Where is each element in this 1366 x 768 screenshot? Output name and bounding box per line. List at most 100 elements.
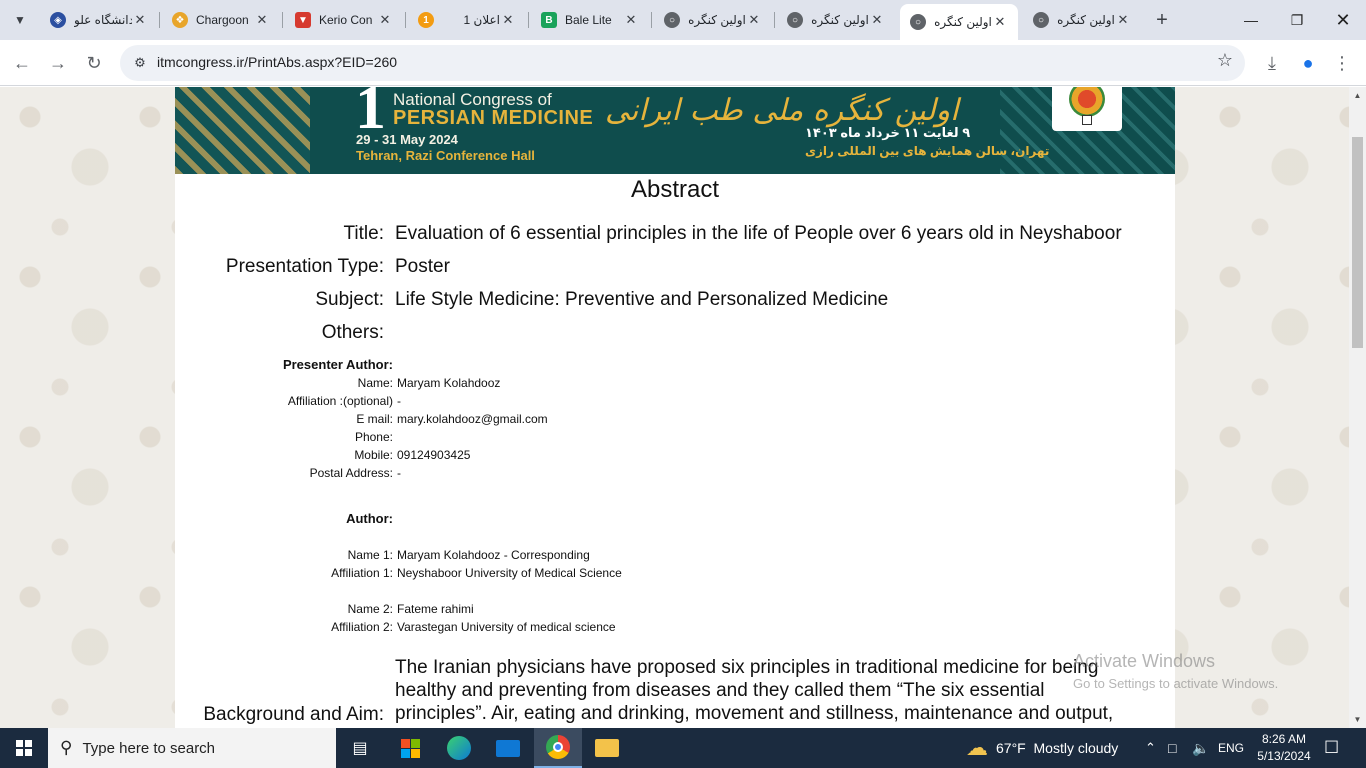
- tab-separator: [159, 12, 160, 28]
- start-button[interactable]: [0, 728, 48, 768]
- speaker-icon: 🔈: [1192, 739, 1210, 756]
- profile-button[interactable]: ●: [1294, 49, 1322, 77]
- tab-label: اولین کنگره: [934, 15, 992, 29]
- folder-icon: [595, 739, 619, 757]
- background-label: Background and Aim:: [203, 704, 384, 725]
- presenter-affiliation-value: -: [397, 394, 401, 408]
- tab-6[interactable]: ○ اولین کنگره ✕: [654, 6, 772, 34]
- title-label: Title:: [343, 223, 384, 244]
- close-tab-icon[interactable]: ✕: [992, 14, 1008, 30]
- globe-icon: ○: [787, 12, 803, 28]
- address-bar[interactable]: ⚙ itmcongress.ir/PrintAbs.aspx?EID=260 ☆: [120, 45, 1245, 81]
- tab-label: اولین کنگره: [1057, 13, 1115, 27]
- close-tab-icon[interactable]: ✕: [869, 12, 885, 28]
- notification-icon: ☐: [1324, 738, 1340, 757]
- task-view-button[interactable]: ▤: [336, 728, 384, 768]
- tab-5[interactable]: B Bale Lite ✕: [531, 6, 649, 34]
- close-tab-icon[interactable]: ✕: [377, 12, 393, 28]
- microsoft-store-button[interactable]: [386, 728, 434, 768]
- tab-3[interactable]: ▼ Kerio Con ✕: [285, 6, 403, 34]
- downloads-button[interactable]: ⤓: [1258, 49, 1286, 77]
- globe-icon: ○: [664, 12, 680, 28]
- tab-2[interactable]: ❖ Chargoon ✕: [162, 6, 280, 34]
- menu-button[interactable]: ⋮: [1328, 49, 1356, 77]
- close-tab-icon[interactable]: ✕: [254, 12, 270, 28]
- mail-button[interactable]: [484, 728, 532, 768]
- taskbar-search-box[interactable]: ⚲ Type here to search: [48, 728, 336, 768]
- tab-4[interactable]: 1 1 اعلان ✕: [408, 6, 526, 34]
- minimize-button[interactable]: —: [1228, 0, 1274, 40]
- close-window-button[interactable]: ✕: [1320, 0, 1366, 40]
- reload-button[interactable]: ↻: [80, 49, 108, 77]
- close-tab-icon[interactable]: ✕: [623, 12, 639, 28]
- chargoon-icon: ❖: [172, 12, 188, 28]
- globe-icon: ○: [910, 14, 926, 30]
- background-text: The Iranian physicians have proposed six…: [395, 657, 1114, 728]
- notification-badge-icon: 1: [418, 12, 434, 28]
- presenter-mobile-label: Mobile:: [354, 448, 393, 462]
- reload-icon: ↻: [86, 52, 102, 73]
- chrome-button[interactable]: [534, 728, 582, 768]
- close-tab-icon[interactable]: ✕: [500, 12, 516, 28]
- network-button[interactable]: □: [1168, 728, 1176, 768]
- banner-persian-title: اولین کنگره ملی طب ایرانی: [605, 93, 959, 128]
- new-tab-button[interactable]: +: [1150, 8, 1174, 32]
- plus-icon: +: [1156, 8, 1168, 31]
- notifications-button[interactable]: ☐: [1324, 728, 1339, 768]
- network-icon: □: [1168, 740, 1177, 756]
- scroll-down-arrow-icon[interactable]: ▼: [1349, 711, 1366, 728]
- taskbar-search-placeholder: Type here to search: [82, 739, 216, 757]
- logo-emblem-icon: [1069, 87, 1105, 117]
- banner-date: 29 - 31 May 2024: [356, 132, 458, 147]
- close-tab-icon[interactable]: ✕: [1115, 12, 1131, 28]
- task-view-icon: ▤: [352, 740, 368, 757]
- volume-button[interactable]: 🔈: [1192, 728, 1209, 768]
- minimize-icon: —: [1244, 12, 1258, 28]
- banner-persian-date: ۹ لغایت ۱۱ خرداد ماه ۱۴۰۳: [805, 125, 971, 140]
- store-icon: [400, 738, 420, 758]
- tab-separator: [651, 12, 652, 28]
- chevron-down-icon: ▼: [14, 13, 26, 27]
- back-button[interactable]: ←: [8, 49, 36, 77]
- presenter-phone-label: Phone:: [354, 430, 393, 444]
- forward-button[interactable]: →: [44, 49, 72, 77]
- tab-9[interactable]: ○ اولین کنگره ✕: [1023, 6, 1141, 34]
- tab-label: اولین کنگره: [688, 13, 746, 27]
- kerio-shield-icon: ▼: [295, 12, 311, 28]
- close-tab-icon[interactable]: ✕: [746, 12, 762, 28]
- scrollbar-thumb[interactable]: [1352, 137, 1363, 348]
- search-icon: ⚲: [60, 738, 73, 757]
- abstract-heading: Abstract: [630, 176, 720, 203]
- restore-button[interactable]: ❐: [1274, 0, 1320, 40]
- site-info-icon[interactable]: ⚙: [128, 51, 152, 75]
- tab-1[interactable]: ◈ دانشگاه علو ✕: [40, 6, 158, 34]
- tab-separator: [774, 12, 775, 28]
- system-clock[interactable]: 8:26 AM 5/13/2024: [1253, 731, 1315, 765]
- avatar-icon: ●: [1302, 52, 1314, 73]
- weather-widget[interactable]: ☁ 67°F Mostly cloudy: [966, 728, 1118, 768]
- url-text[interactable]: itmcongress.ir/PrintAbs.aspx?EID=260: [157, 54, 397, 70]
- tab-search-button[interactable]: ▼: [8, 8, 32, 32]
- tab-label: Kerio Con: [319, 13, 373, 27]
- close-icon: ✕: [1335, 9, 1351, 30]
- tab-7[interactable]: ○ اولین کنگره ✕: [777, 6, 895, 34]
- language-indicator[interactable]: ENG: [1218, 728, 1244, 768]
- tab-label: 1 اعلان: [463, 13, 500, 27]
- tab-label: Chargoon: [196, 13, 249, 27]
- show-hidden-icons-button[interactable]: ⌃: [1145, 728, 1156, 768]
- tab-separator: [282, 12, 283, 28]
- activate-windows-title: Activate Windows: [1073, 651, 1216, 671]
- congress-banner: 1 National Congress of PERSIAN MEDICINE …: [175, 87, 1175, 174]
- tab-separator: [528, 12, 529, 28]
- edge-button[interactable]: [435, 728, 483, 768]
- file-explorer-button[interactable]: [583, 728, 631, 768]
- title-value: Evaluation of 6 essential principles in …: [395, 223, 1122, 244]
- bookmark-star-icon[interactable]: ☆: [1217, 50, 1233, 71]
- tab-label: دانشگاه علو: [74, 13, 132, 27]
- page-scrollbar[interactable]: ▲ ▼: [1349, 87, 1366, 728]
- tab-8-active[interactable]: ○ اولین کنگره ✕: [900, 4, 1018, 40]
- close-tab-icon[interactable]: ✕: [132, 12, 148, 28]
- bale-icon: B: [541, 12, 557, 28]
- presenter-name-label: Name:: [357, 376, 393, 390]
- scroll-up-arrow-icon[interactable]: ▲: [1349, 87, 1366, 104]
